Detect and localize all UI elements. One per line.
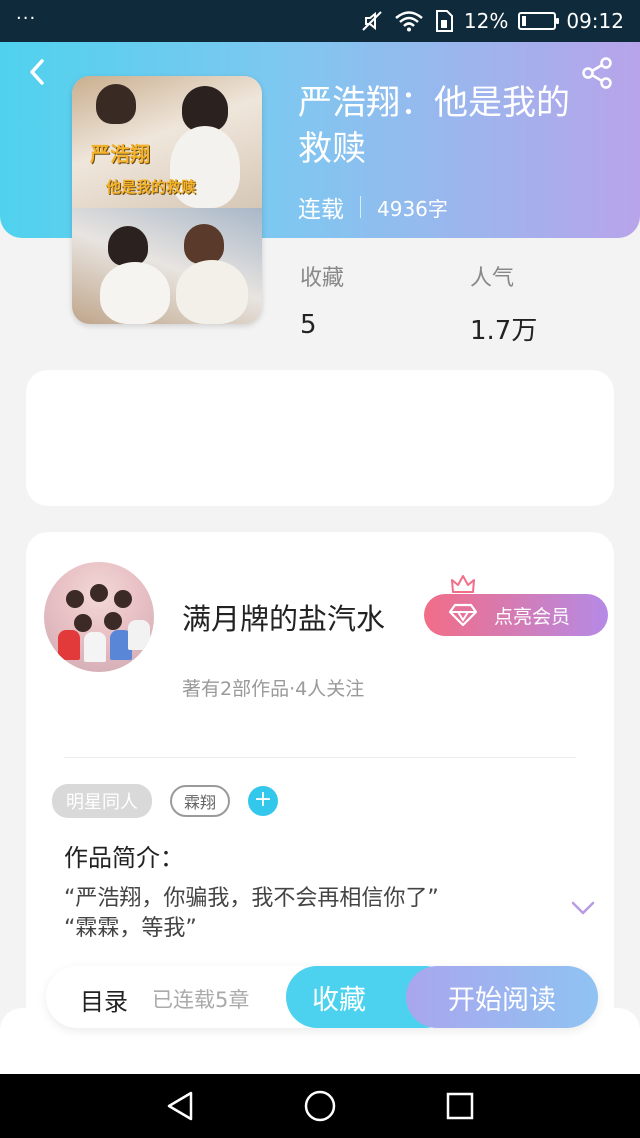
avatar-figure xyxy=(128,620,150,650)
start-reading-label: 开始阅读 xyxy=(448,984,556,1016)
book-title: 严浩翔：他是我的救赎 xyxy=(298,83,570,169)
cover-overlay-subtitle: 他是我的救赎 xyxy=(106,178,197,196)
book-cover[interactable]: 严浩翔 他是我的救赎 xyxy=(72,76,262,324)
tag-category[interactable]: 明星同人 xyxy=(52,784,152,818)
tag-list: 明星同人 霖翔 + xyxy=(52,784,279,818)
word-count: 4936字 xyxy=(377,196,448,221)
cover-figure xyxy=(108,226,148,266)
author-name[interactable]: 满月牌的盐汽水 xyxy=(182,596,385,638)
meta-divider xyxy=(360,196,361,218)
intro-line-1: “严浩翔，你骗我，我不会再相信你了” xyxy=(64,886,439,911)
cover-overlay-title: 严浩翔 xyxy=(90,142,150,166)
back-button[interactable] xyxy=(22,56,52,88)
diamond-icon xyxy=(448,603,478,627)
cover-figure xyxy=(176,260,248,324)
serial-status: 连载 xyxy=(298,197,344,223)
chevron-left-icon xyxy=(30,59,44,85)
vip-badge[interactable]: 点亮会员 xyxy=(424,574,608,636)
avatar-figure xyxy=(66,590,84,608)
book-meta: 连载 4936字 xyxy=(298,190,448,224)
crown-icon xyxy=(451,575,475,593)
avatar-figure xyxy=(90,584,108,602)
favorites-stat: 收藏 5 xyxy=(300,260,344,340)
start-reading-button[interactable]: 开始阅读 xyxy=(406,966,598,1028)
intro-text: “严浩翔，你骗我，我不会再相信你了” “霖霖，等我” xyxy=(64,884,544,944)
action-bar: 目录 已连载5章 收藏 开始阅读 xyxy=(46,966,598,1028)
popularity-value: 1.7万 xyxy=(470,316,538,346)
vip-label: 点亮会员 xyxy=(494,605,571,628)
author-stats: 著有2部作品·4人关注 xyxy=(182,678,365,700)
tag-pairing[interactable]: 霖翔 xyxy=(170,785,231,817)
avatar-figure xyxy=(74,614,92,632)
avatar-figure xyxy=(104,612,122,630)
toc-button[interactable]: 目录 xyxy=(80,982,128,1017)
cover-figure xyxy=(100,262,170,324)
home-circle-icon[interactable] xyxy=(303,1089,337,1123)
avatar-figure xyxy=(58,630,80,660)
recents-square-icon[interactable] xyxy=(443,1089,477,1123)
avatar-figure xyxy=(84,632,106,662)
battery-icon xyxy=(518,12,560,30)
back-triangle-icon[interactable] xyxy=(163,1089,197,1123)
intro-line-2: “霖霖，等我” xyxy=(64,916,197,941)
menu-dots: ··· xyxy=(16,7,37,29)
mute-icon xyxy=(362,11,382,31)
system-nav-bar xyxy=(0,1074,640,1138)
avatar-figure xyxy=(114,590,132,608)
card-divider xyxy=(64,757,576,758)
sim-icon xyxy=(435,10,453,32)
vip-button[interactable]: 点亮会员 xyxy=(424,594,608,636)
battery-percent: 12% xyxy=(463,9,509,33)
clock: 09:12 xyxy=(566,9,624,33)
add-tag-button[interactable]: + xyxy=(248,786,279,816)
blank-card xyxy=(26,370,614,506)
chapter-count: 已连载5章 xyxy=(152,988,250,1012)
author-avatar[interactable] xyxy=(44,562,154,672)
status-icons: 12% 09:12 xyxy=(360,9,624,33)
popularity-label: 人气 xyxy=(470,266,515,291)
chevron-down-icon[interactable] xyxy=(570,900,596,916)
favorites-label: 收藏 xyxy=(300,266,345,291)
favorites-value: 5 xyxy=(300,310,317,340)
cover-figure xyxy=(184,224,224,264)
collect-label: 收藏 xyxy=(312,984,366,1016)
cover-figure xyxy=(96,84,136,124)
book-detail-screen: ··· 12% 09:12 严浩翔 他是我的救赎 严浩翔：他是我的救赎 连载 4… xyxy=(0,0,640,1138)
wifi-icon xyxy=(395,11,423,32)
intro-title: 作品简介： xyxy=(64,844,184,872)
status-bar: ··· 12% 09:12 xyxy=(0,0,640,42)
battery-fill xyxy=(522,16,527,26)
popularity-stat: 人气 1.7万 xyxy=(470,260,537,347)
